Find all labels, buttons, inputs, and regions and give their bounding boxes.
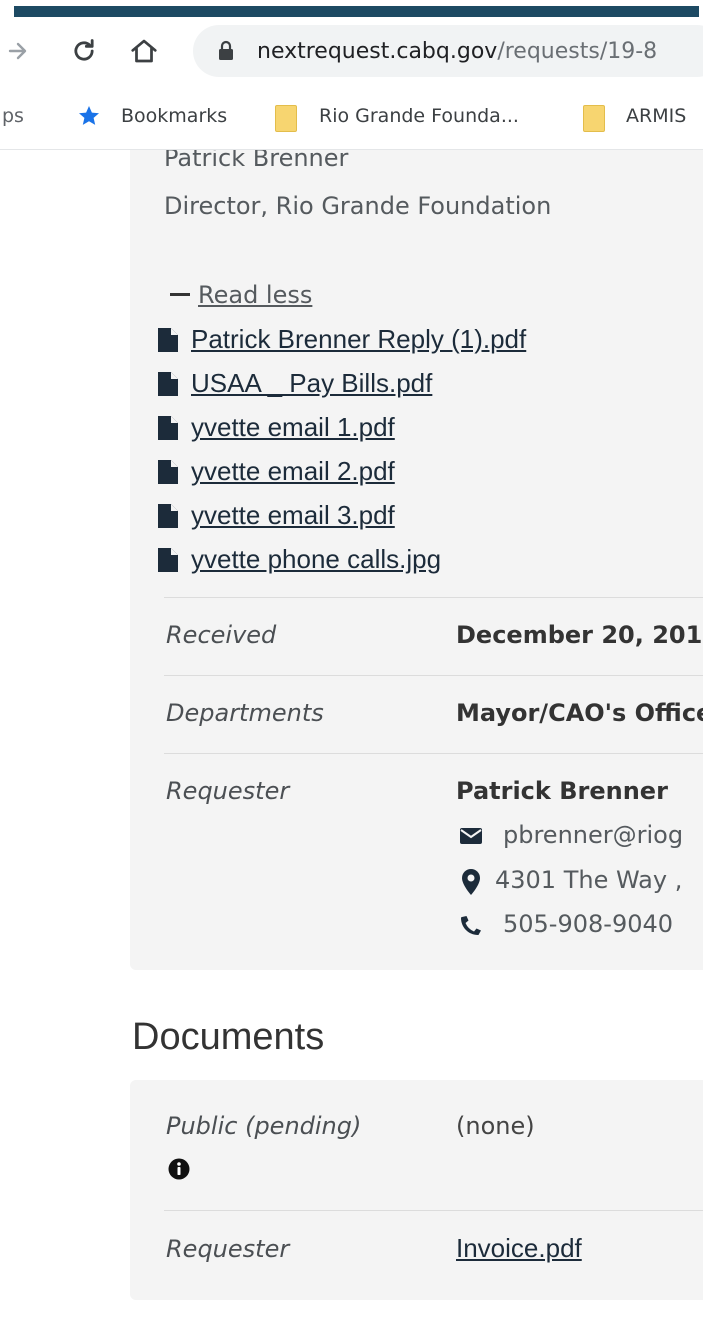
url-text: nextrequest.cabq.gov/requests/19-8 bbox=[257, 39, 658, 64]
divider bbox=[164, 675, 703, 676]
attachment-name[interactable]: yvette email 2.pdf bbox=[191, 456, 395, 487]
departments-label: Departments bbox=[166, 699, 324, 727]
bookmark-bookmarks[interactable]: Bookmarks bbox=[121, 105, 227, 127]
folder-icon bbox=[275, 105, 297, 132]
info-icon[interactable] bbox=[168, 1158, 190, 1184]
invoice-link[interactable]: Invoice.pdf bbox=[456, 1233, 582, 1264]
star-icon bbox=[77, 104, 101, 132]
signature-name: Patrick Brenner bbox=[164, 150, 349, 172]
home-icon[interactable] bbox=[128, 35, 160, 67]
attachment-name[interactable]: yvette phone calls.jpg bbox=[191, 544, 441, 575]
attachment-name[interactable]: yvette email 1.pdf bbox=[191, 412, 395, 443]
signature-title: Director, Rio Grande Foundation bbox=[164, 192, 552, 220]
documents-requester-label: Requester bbox=[166, 1235, 290, 1263]
browser-toolbar: nextrequest.cabq.gov/requests/19-8 bbox=[0, 17, 703, 85]
bookmark-apps-fragment[interactable]: ps bbox=[2, 105, 24, 127]
phone-icon bbox=[459, 913, 483, 943]
page-content: Patrick Brenner Director, Rio Grande Fou… bbox=[0, 150, 703, 1319]
folder-icon bbox=[583, 105, 605, 132]
attachment-name[interactable]: yvette email 3.pdf bbox=[191, 500, 395, 531]
read-less-toggle[interactable]: Read less bbox=[170, 281, 312, 309]
received-label: Received bbox=[166, 621, 277, 649]
reload-icon[interactable] bbox=[68, 35, 100, 67]
file-icon bbox=[158, 328, 178, 356]
attachment-name[interactable]: Patrick Brenner Reply (1).pdf bbox=[191, 324, 526, 355]
bookmarks-bar: ps Bookmarks Rio Grande Founda... ARMIS bbox=[0, 85, 703, 150]
forward-arrow-icon[interactable] bbox=[2, 35, 34, 67]
attachment-name[interactable]: USAA _ Pay Bills.pdf bbox=[191, 368, 432, 399]
file-icon bbox=[158, 372, 178, 400]
bookmark-rio-grande-foundation[interactable]: Rio Grande Founda... bbox=[319, 105, 519, 127]
browser-top-bar bbox=[14, 6, 699, 17]
received-value: December 20, 2019 bbox=[456, 621, 703, 649]
file-icon bbox=[158, 504, 178, 532]
file-icon bbox=[158, 416, 178, 444]
departments-value[interactable]: Mayor/CAO's Office bbox=[456, 699, 703, 727]
documents-heading: Documents bbox=[132, 1016, 325, 1058]
requester-label: Requester bbox=[166, 777, 290, 805]
map-marker-icon bbox=[461, 869, 481, 901]
minus-icon bbox=[170, 292, 190, 296]
requester-name: Patrick Brenner bbox=[456, 777, 668, 805]
lock-icon bbox=[217, 40, 235, 66]
file-icon bbox=[158, 548, 178, 576]
divider bbox=[164, 597, 703, 598]
public-pending-label: Public (pending) bbox=[166, 1112, 362, 1140]
public-pending-value: (none) bbox=[456, 1112, 535, 1140]
file-icon bbox=[158, 460, 178, 488]
bookmark-armis[interactable]: ARMIS bbox=[626, 105, 686, 127]
divider bbox=[164, 1210, 703, 1211]
divider bbox=[164, 753, 703, 754]
envelope-icon bbox=[459, 824, 483, 852]
address-bar[interactable]: nextrequest.cabq.gov/requests/19-8 bbox=[193, 25, 703, 77]
